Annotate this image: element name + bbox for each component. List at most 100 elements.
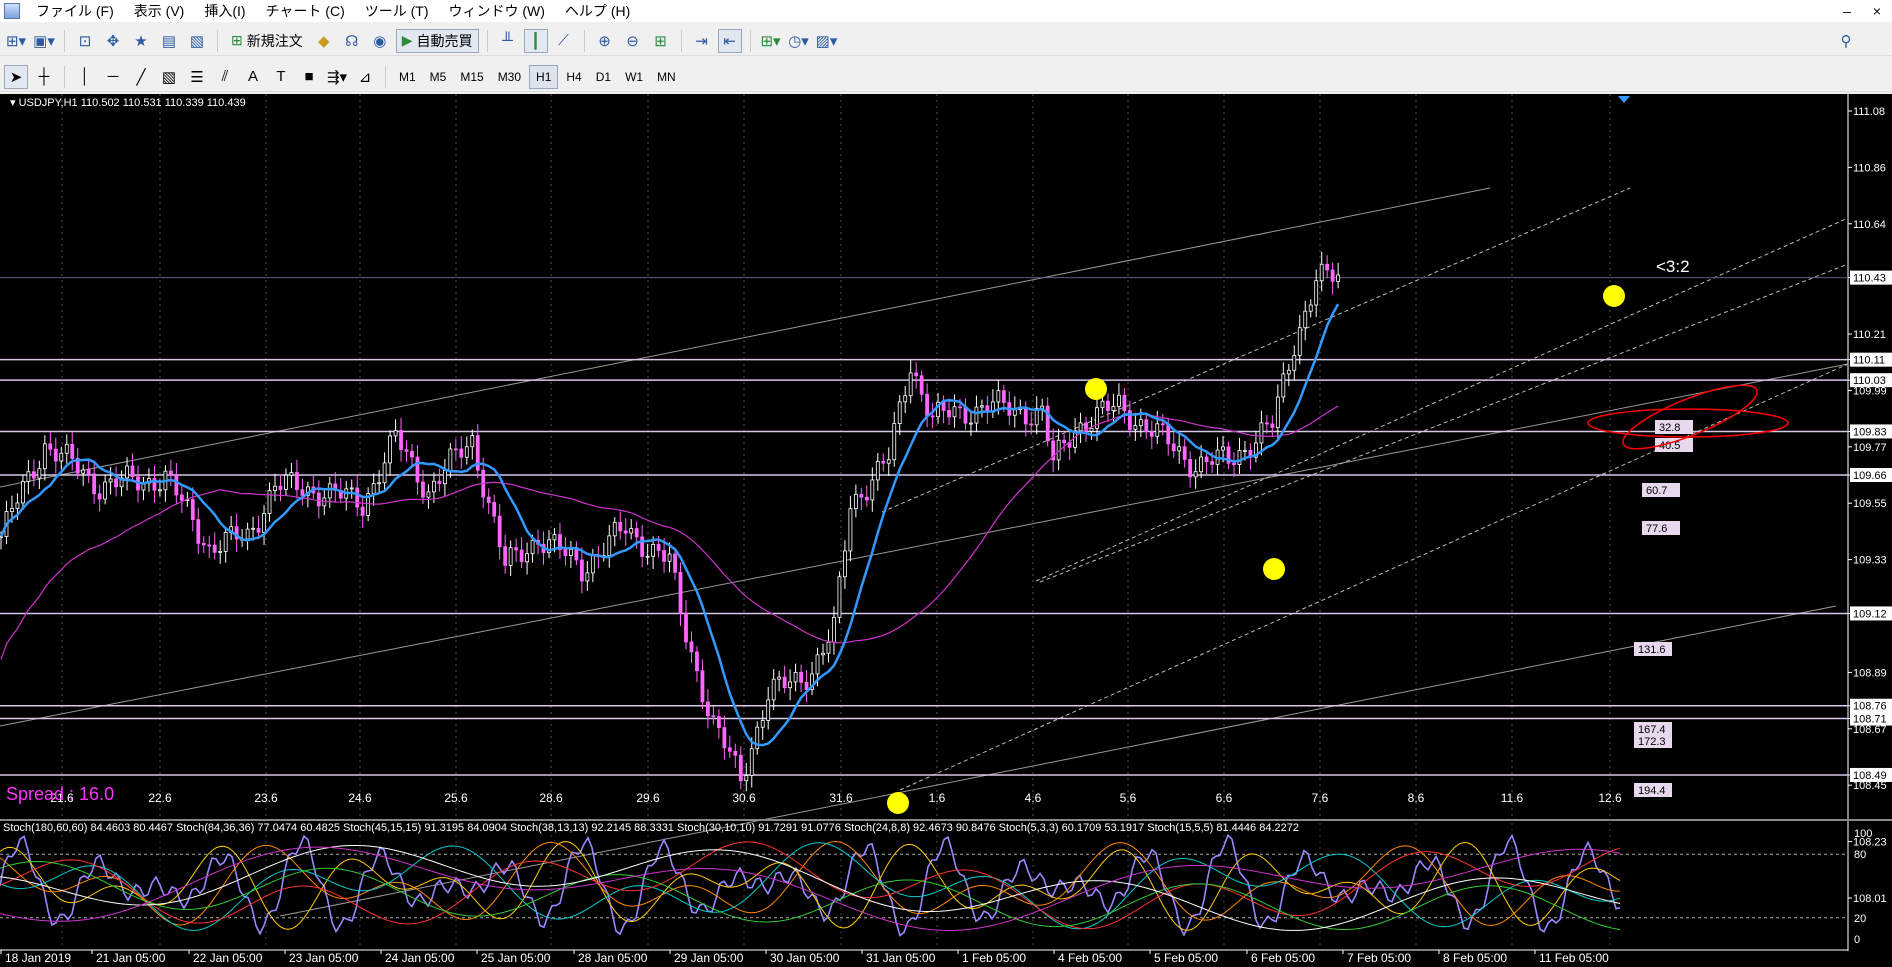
data-window-icon[interactable]: ✥: [101, 29, 125, 53]
crosshair-icon[interactable]: ┼: [32, 65, 56, 89]
candle-body: [1149, 430, 1154, 437]
timeframe-mn[interactable]: MN: [651, 65, 682, 89]
menu-item-0[interactable]: ファイル (F): [26, 0, 124, 22]
candle-body: [459, 448, 464, 458]
line-chart-icon[interactable]: ⟋: [552, 29, 576, 53]
stoch-info-label: Stoch(180,60,60) 84.4603 80.4467 Stoch(8…: [3, 822, 1299, 834]
time-axis-label: 5 Feb 05:00: [1154, 951, 1218, 965]
timeframe-d1[interactable]: D1: [590, 65, 617, 89]
text-label-icon[interactable]: T: [269, 65, 293, 89]
candle-body: [574, 548, 579, 561]
timeframe-m30[interactable]: M30: [492, 65, 527, 89]
drawing-toolbar: ➤ ┼ │ ─ ╱ ▧ ☰ ⫽ A T ■ ⇶▾ ⊿ M1 M5 M15 M30 H1 H…: [0, 62, 1892, 92]
menu-item-1[interactable]: 表示 (V): [124, 0, 195, 22]
market-icon[interactable]: ◉: [368, 29, 392, 53]
menu-item-3[interactable]: チャート (C): [256, 0, 355, 22]
price-chart[interactable]: 21.6 22.6 23.6 24.6 25.6 28.6 29.6 30.6 31.6 1.6 4…: [0, 94, 1892, 967]
market-watch-icon[interactable]: ⊡: [73, 29, 97, 53]
fibonacci-icon[interactable]: ☰: [185, 65, 209, 89]
candle-body: [662, 550, 666, 562]
time-axis-label: 25 Jan 05:00: [481, 951, 551, 965]
gann-fan-icon[interactable]: ⫽: [213, 65, 237, 89]
spread-label: Spread : 16.0: [6, 784, 114, 804]
terminal-icon[interactable]: ▤: [157, 29, 181, 53]
timeframe-w1[interactable]: W1: [619, 65, 649, 89]
candle-body: [1210, 461, 1214, 465]
auto-scroll-icon[interactable]: ⇤: [717, 28, 742, 53]
candle-body: [1062, 439, 1067, 444]
time-axis-label: 24 Jan 05:00: [385, 951, 455, 965]
timeframe-h4[interactable]: H4: [560, 65, 587, 89]
rectangle-icon[interactable]: ■: [297, 65, 321, 89]
toolbar-separator: [680, 29, 682, 52]
candle-body: [804, 681, 809, 691]
candle-body: [415, 456, 420, 483]
zoom-in-icon[interactable]: ⊕: [593, 29, 617, 53]
profiles-icon[interactable]: ▣▾: [32, 29, 56, 53]
candle-body: [1243, 449, 1247, 452]
slow-moving-average: [0, 405, 1339, 660]
auto-trade-button[interactable]: ▶ 自動売買: [395, 28, 479, 53]
metaeditor-icon[interactable]: ◆: [312, 29, 336, 53]
arrows-icon[interactable]: ⇶▾: [325, 65, 349, 89]
chart-shift-icon[interactable]: ⇥: [690, 29, 714, 53]
vertical-line-icon[interactable]: │: [73, 65, 97, 89]
timeframe-m1[interactable]: M1: [393, 65, 422, 89]
candle-body: [744, 775, 749, 782]
level-label: 131.6: [1638, 644, 1666, 656]
new-order-button[interactable]: ⊞ 新規注文: [226, 29, 308, 53]
chart-window[interactable]: 21.6 22.6 23.6 24.6 25.6 28.6 29.6 30.6 31.6 1.6 4…: [0, 94, 1892, 967]
trendline-icon[interactable]: ╱: [129, 65, 153, 89]
timeframe-m15[interactable]: M15: [454, 65, 489, 89]
candle-body: [92, 473, 97, 495]
time-axis-label: 31 Jan 05:00: [866, 951, 936, 965]
menu-item-6[interactable]: ヘルプ (H): [555, 0, 640, 22]
toolbar-separator: [583, 29, 585, 52]
timeframe-h1[interactable]: H1: [529, 64, 559, 89]
shapes-icon[interactable]: ⊿: [353, 65, 377, 89]
candle-body: [733, 750, 738, 756]
candle-body: [777, 676, 782, 680]
candle-body: [695, 651, 699, 672]
close-icon[interactable]: ×: [1868, 2, 1886, 20]
periods-icon[interactable]: ◷▾: [787, 29, 811, 53]
minimize-icon[interactable]: ‒: [1838, 2, 1856, 20]
trendline: [0, 187, 1491, 488]
zoom-out-icon[interactable]: ⊖: [621, 29, 645, 53]
text-icon[interactable]: A: [241, 65, 265, 89]
menu-item-4[interactable]: ツール (T): [355, 0, 439, 22]
search-icon[interactable]: ⚲: [1834, 29, 1858, 53]
stoch-axis-label: 0: [1854, 934, 1860, 946]
candle-body: [1138, 419, 1143, 427]
candle-body: [1232, 462, 1236, 465]
horizontal-line-icon[interactable]: ─: [101, 65, 125, 89]
price-tick-label: 108.01: [1853, 893, 1887, 905]
strategy-tester-icon[interactable]: ▧: [185, 29, 209, 53]
new-chart-icon[interactable]: ⊞▾: [4, 29, 28, 53]
equidistant-channel-icon[interactable]: ▧: [157, 65, 181, 89]
menu-item-5[interactable]: ウィンドウ (W): [439, 0, 555, 22]
candle-body: [256, 527, 261, 533]
templates-icon[interactable]: ▨▾: [815, 29, 839, 53]
menu-item-2[interactable]: 挿入(I): [194, 0, 255, 22]
candle-body: [470, 435, 475, 448]
signals-icon[interactable]: ☊: [340, 29, 364, 53]
cursor-icon[interactable]: ➤: [4, 64, 28, 89]
session-label: 7.6: [1312, 791, 1329, 805]
candle-body: [388, 435, 392, 464]
timeframe-m5[interactable]: M5: [424, 65, 453, 89]
candle-body: [267, 490, 272, 515]
candle-body: [826, 641, 831, 654]
candle-body: [1117, 394, 1121, 407]
candle-body: [870, 479, 875, 501]
candle-body: [508, 547, 513, 566]
indicators-icon[interactable]: ⊞▾: [759, 29, 783, 53]
tile-windows-icon[interactable]: ⊞: [649, 29, 673, 53]
candle-body: [284, 474, 288, 490]
candlestick-icon[interactable]: ┃: [523, 28, 548, 53]
candle-body: [634, 528, 639, 538]
candle-body: [273, 485, 277, 491]
bar-chart-icon[interactable]: ╨: [496, 29, 520, 53]
navigator-icon[interactable]: ★: [129, 29, 153, 53]
level-label: 194.4: [1638, 785, 1666, 797]
